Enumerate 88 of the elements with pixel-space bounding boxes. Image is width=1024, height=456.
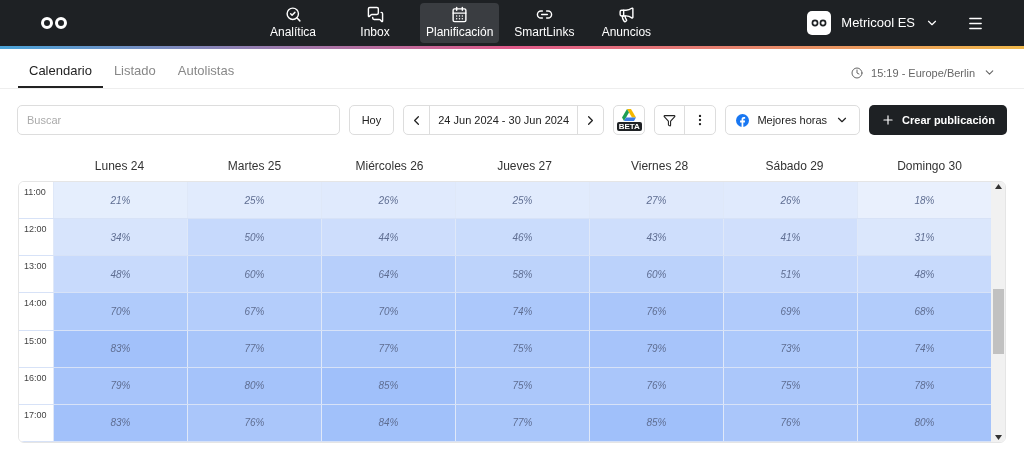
day-header: Domingo 30 [896, 158, 963, 175]
heatmap-cell[interactable]: 80% [857, 404, 991, 441]
account-switcher[interactable]: Metricool ES [807, 11, 939, 35]
filter-icon [663, 113, 677, 127]
day-header: Sábado 29 [764, 158, 825, 175]
heatmap-cell[interactable]: 21% [53, 182, 187, 219]
heatmap-cell[interactable]: 64% [321, 256, 455, 293]
logo-icon [811, 19, 828, 27]
magnifier-icon [284, 5, 302, 23]
day-header: Jueves 27 [496, 158, 553, 175]
nav-item[interactable]: Analítica [256, 3, 330, 43]
heatmap-cell[interactable]: 83% [53, 404, 187, 441]
scrollbar[interactable] [991, 182, 1005, 442]
heatmap-cell[interactable]: 77% [455, 404, 589, 441]
heatmap-cell[interactable]: 74% [455, 293, 589, 330]
heatmap-cell[interactable]: 25% [187, 182, 321, 219]
tab[interactable]: Listado [102, 60, 167, 88]
heatmap-cell[interactable]: 34% [53, 219, 187, 256]
heatmap-cell[interactable]: 75% [723, 367, 857, 404]
heatmap-cell[interactable]: 83% [53, 330, 187, 367]
heatmap-cell[interactable]: 43% [589, 219, 723, 256]
heatmap-cell[interactable]: 70% [321, 293, 455, 330]
heatmap-cell[interactable]: 75% [455, 367, 589, 404]
heatmap-cell[interactable]: 68% [857, 293, 991, 330]
day-header: Viernes 28 [629, 158, 690, 175]
logo-icon [40, 16, 68, 30]
tab[interactable]: Autolistas [166, 60, 246, 88]
scroll-down-icon [994, 435, 1002, 440]
heatmap-cell[interactable]: 76% [589, 367, 723, 404]
heatmap-cell[interactable]: 60% [589, 256, 723, 293]
plus-icon [881, 113, 896, 127]
best-hours-dropdown[interactable]: Mejores horas [725, 105, 861, 135]
heatmap-cell[interactable]: 48% [53, 256, 187, 293]
scrollbar-thumb[interactable] [992, 289, 1004, 354]
heatmap-cell[interactable]: 85% [589, 404, 723, 441]
heatmap-cell[interactable]: 80% [187, 367, 321, 404]
nav-item[interactable]: Anuncios [589, 3, 664, 43]
heatmap-cell[interactable]: 18% [857, 182, 991, 219]
beta-badge: BETA [616, 122, 642, 131]
heatmap-cell[interactable]: 75% [455, 330, 589, 367]
heatmap-cell[interactable]: 44% [321, 219, 455, 256]
heatmap-cell[interactable]: 76% [723, 404, 857, 441]
heatmap-cell[interactable]: 41% [723, 219, 857, 256]
heatmap-cell[interactable]: 77% [187, 330, 321, 367]
heatmap-cell[interactable]: 31% [857, 219, 991, 256]
heatmap-cell[interactable]: 69% [723, 293, 857, 330]
scroll-up-icon [994, 184, 1002, 189]
search-field[interactable]: Buscar [17, 105, 340, 135]
heatmap-cell[interactable]: 58% [455, 256, 589, 293]
calendar-icon [451, 5, 469, 23]
heatmap-cell[interactable]: 50% [187, 219, 321, 256]
heatmap-cell[interactable]: 84% [321, 404, 455, 441]
heatmap-cell[interactable]: 73% [723, 330, 857, 367]
heatmap-cell[interactable]: 46% [455, 219, 589, 256]
heatmap-cell[interactable]: 27% [589, 182, 723, 219]
heatmap-cell[interactable]: 26% [321, 182, 455, 219]
day-header: Martes 25 [226, 158, 283, 175]
heatmap-cell[interactable]: 74% [857, 330, 991, 367]
drive-button[interactable]: BETA [613, 105, 646, 135]
heatmap-cell[interactable]: 48% [857, 256, 991, 293]
heatmap-cell[interactable]: 25% [455, 182, 589, 219]
heatmap-cell[interactable]: 76% [589, 293, 723, 330]
heatmap-cell[interactable]: 85% [321, 367, 455, 404]
heatmap-cell[interactable]: 79% [53, 367, 187, 404]
timezone-selector[interactable]: 15:19 - Europe/Berlin [851, 64, 996, 81]
clock-icon [851, 66, 864, 79]
heatmap-cell[interactable]: 76% [187, 404, 321, 441]
day-header: Lunes 24 [93, 158, 146, 175]
heatmap-cell[interactable]: 70% [53, 293, 187, 330]
create-post-button[interactable]: Crear publicación [869, 105, 1007, 135]
nav-item[interactable]: Inbox [338, 3, 412, 43]
today-button[interactable]: Hoy [348, 105, 395, 135]
megaphone-icon [617, 5, 635, 23]
heatmap-cell[interactable]: 79% [589, 330, 723, 367]
chat-bubbles-icon [366, 5, 384, 23]
heatmap-cell[interactable]: 51% [723, 256, 857, 293]
tab[interactable]: Calendario [18, 60, 103, 88]
nav-item[interactable]: Planificación [420, 3, 500, 43]
heatmap-cell[interactable]: 60% [187, 256, 321, 293]
heatmap-cell[interactable]: 26% [723, 182, 857, 219]
date-range: 24 Jun 2024 - 30 Jun 2024 [437, 112, 571, 128]
heatmap-cell[interactable]: 77% [321, 330, 455, 367]
heatmap-cell[interactable]: 67% [187, 293, 321, 330]
heatmap-cell[interactable]: 78% [857, 367, 991, 404]
drive-icon [622, 109, 637, 121]
day-header: Miércoles 26 [354, 158, 425, 175]
nav-item[interactable]: SmartLinks [507, 3, 582, 43]
facebook-icon [736, 113, 750, 127]
